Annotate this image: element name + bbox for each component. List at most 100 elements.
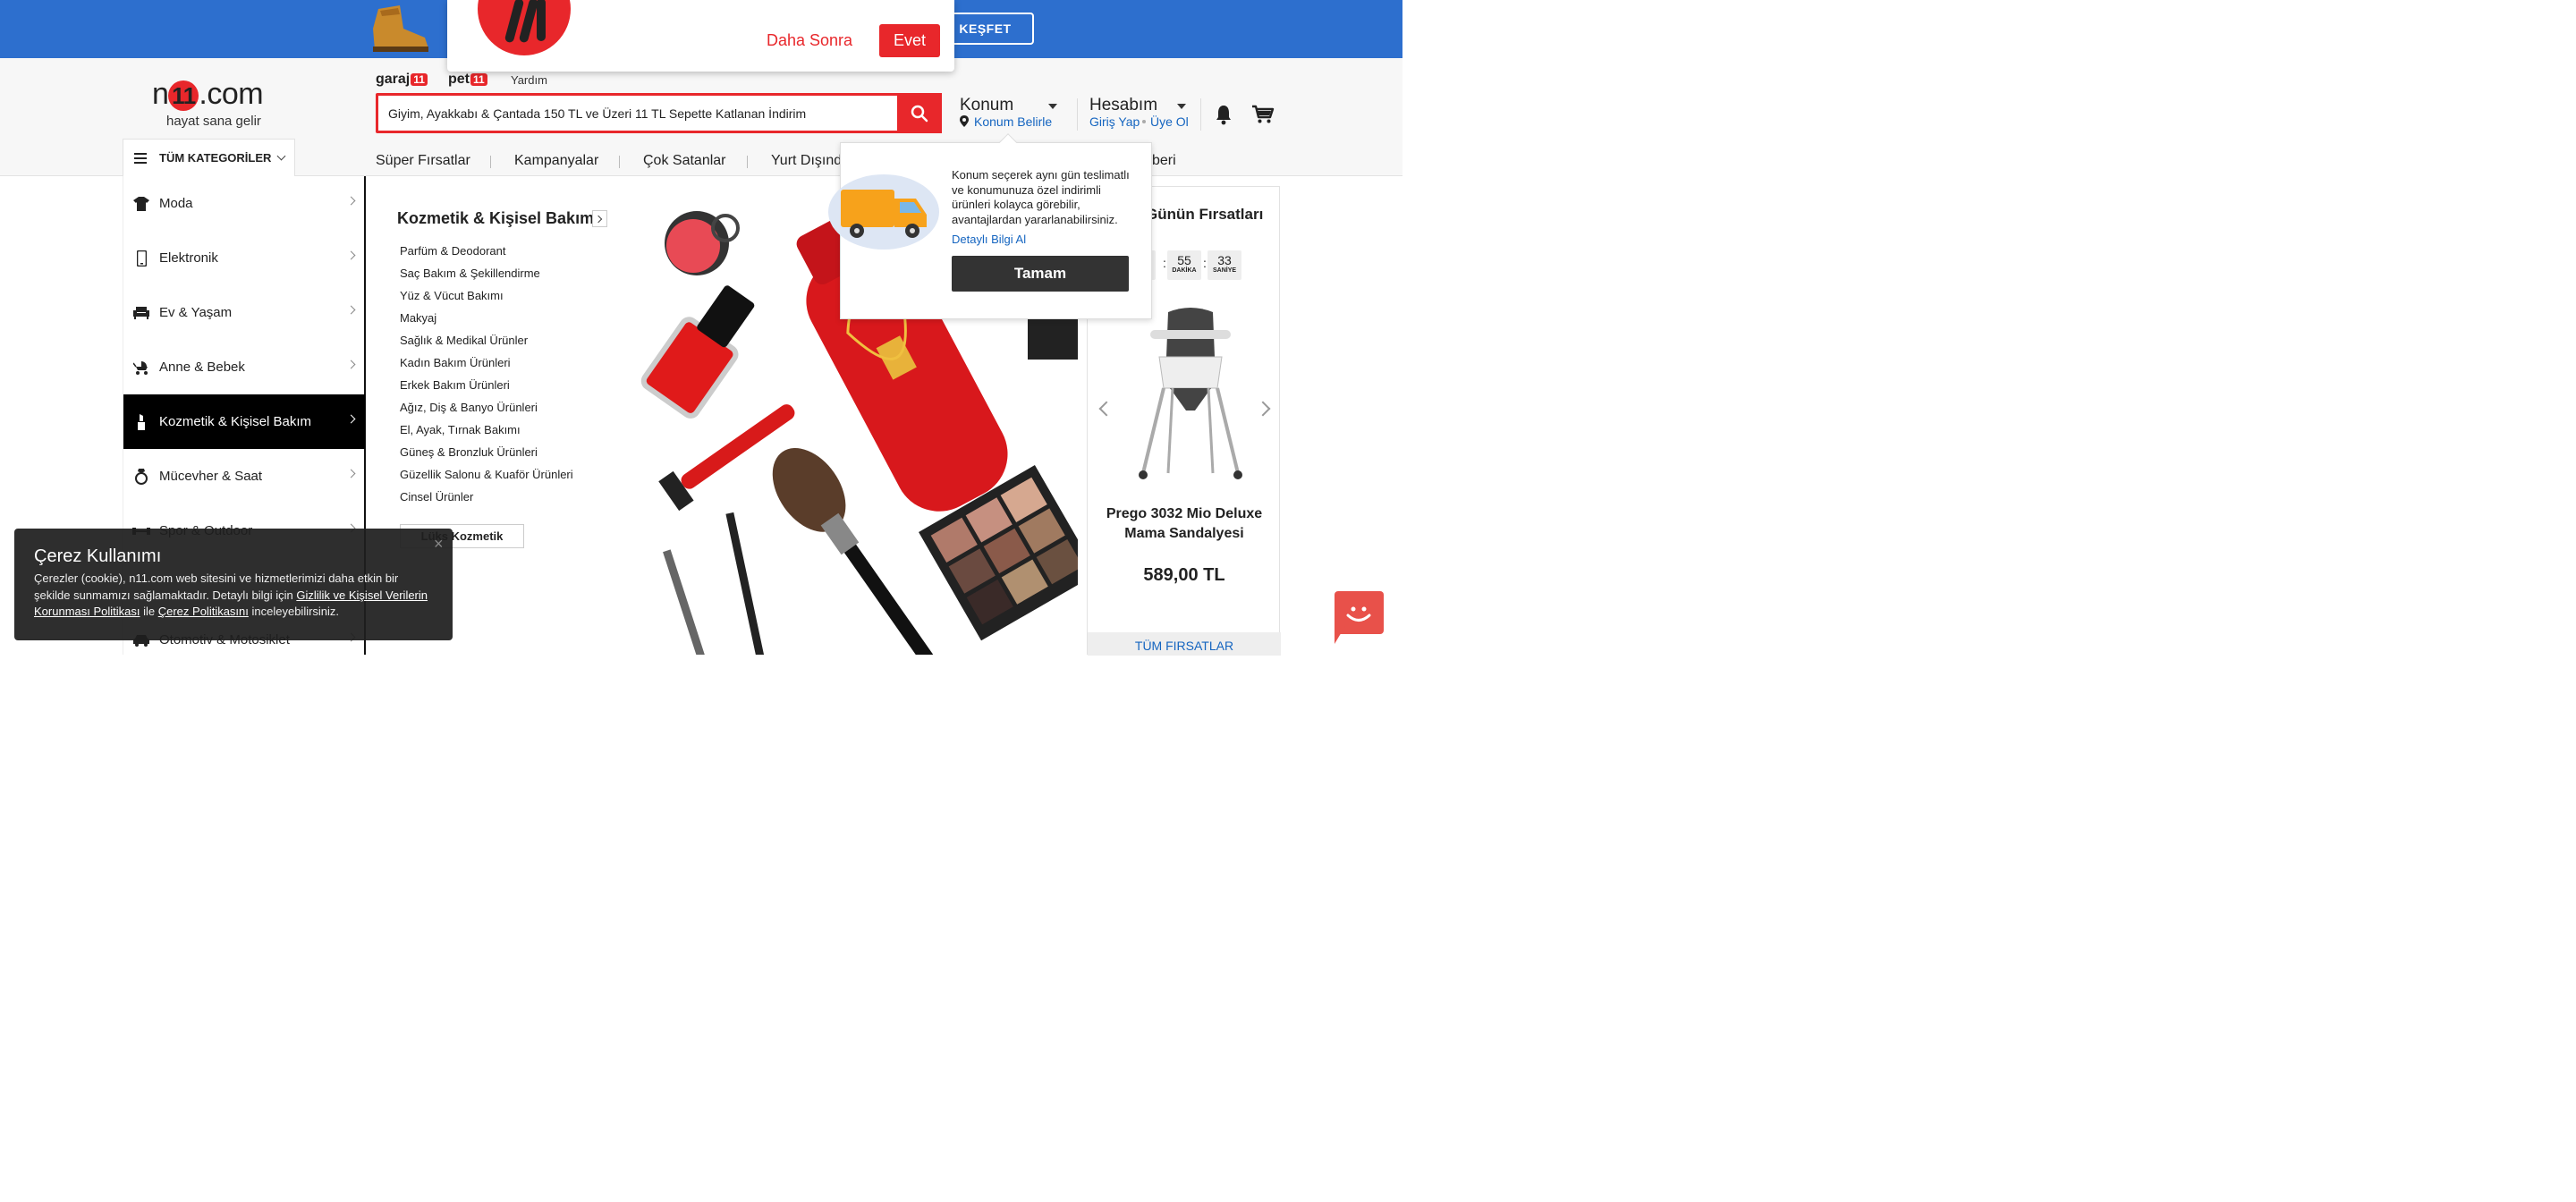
sidebar-item-label: Mücevher & Saat — [159, 469, 263, 484]
sidebar-item-mucevher-saat[interactable]: Mücevher & Saat — [123, 449, 365, 504]
dot-separator — [1142, 120, 1146, 123]
cookie-title: Çerez Kullanımı — [34, 546, 162, 566]
nav-super-deals[interactable]: Süper Fırsatlar — [376, 153, 470, 169]
all-deals-link[interactable]: TÜM FIRSATLAR — [1088, 632, 1281, 656]
boot-image — [373, 5, 428, 52]
help-link[interactable]: Yardım — [511, 73, 547, 87]
subcategory-link[interactable]: Makyaj — [400, 311, 573, 334]
logo[interactable]: n 11 .com — [152, 77, 264, 112]
subcategory-link[interactable]: Yüz & Vücut Bakımı — [400, 289, 573, 311]
cookie-text: Çerezler (cookie), n11.com web sitesini … — [34, 571, 436, 621]
logo-ladybug: 11 — [168, 80, 199, 111]
deal-product-price: 589,00 TL — [1143, 565, 1225, 585]
close-icon[interactable]: × — [434, 535, 444, 554]
nav-campaigns[interactable]: Kampanyalar — [514, 153, 598, 169]
stroller-icon — [132, 359, 150, 377]
timer-colon: : — [1163, 256, 1166, 270]
subcategory-link[interactable]: Erkek Bakım Ürünleri — [400, 378, 573, 401]
location-title[interactable]: Konum — [960, 96, 1013, 115]
n11-logo-icon — [478, 0, 571, 55]
garaj-badge: 11 — [411, 73, 428, 86]
search-input[interactable] — [378, 96, 897, 131]
logo-text-com: .com — [199, 77, 264, 111]
subcategory-link[interactable]: El, Ayak, Tırnak Bakımı — [400, 423, 573, 445]
subcategory-link[interactable]: Kadın Bakım Ürünleri — [400, 356, 573, 378]
location-info-popup: Konum seçerek aynı gün teslimatlı ve kon… — [828, 133, 1152, 319]
logo-text-n: n — [152, 77, 169, 111]
phone-icon — [132, 250, 150, 267]
nav-separator — [619, 156, 620, 168]
sidebar-item-ev-yasam[interactable]: Ev & Yaşam — [123, 285, 365, 340]
timer-seconds-unit: SANİYE — [1212, 267, 1237, 274]
sidebar-item-kozmetik[interactable]: Kozmetik & Kişisel Bakım — [123, 394, 365, 449]
cookie-policy-link[interactable]: Çerez Politikasını — [158, 605, 249, 618]
garaj-text: garaj — [376, 72, 411, 87]
chevron-down-icon — [276, 151, 286, 161]
all-categories-label: TÜM KATEGORİLER — [159, 151, 272, 165]
login-link[interactable]: Giriş Yap — [1089, 114, 1140, 129]
sidebar-item-label: Ev & Yaşam — [159, 305, 233, 320]
later-button[interactable]: Daha Sonra — [767, 31, 852, 50]
sidebar-item-label: Anne & Bebek — [159, 360, 245, 375]
timer-minutes: 55 DAKİKA — [1167, 250, 1201, 280]
ring-icon — [132, 468, 150, 486]
search-icon — [911, 105, 928, 122]
account-title[interactable]: Hesabım — [1089, 96, 1157, 115]
sofa-icon — [132, 304, 150, 322]
chatbot-tail — [1335, 626, 1345, 644]
sidebar-item-label: Elektronik — [159, 250, 218, 266]
sidebar-item-elektronik[interactable]: Elektronik — [123, 231, 365, 285]
sidebar-item-label: Kozmetik & Kişisel Bakım — [159, 414, 312, 429]
subcategory-link[interactable]: Güzellik Salonu & Kuaför Ürünleri — [400, 468, 573, 490]
timer-seconds: 33 SANİYE — [1208, 250, 1241, 280]
nav-partial-item[interactable]: beri — [1152, 153, 1176, 169]
mega-menu-title[interactable]: Kozmetik & Kişisel Bakım — [397, 209, 594, 228]
pet11-link[interactable]: pet 11 — [448, 72, 487, 88]
header-divider — [1200, 98, 1201, 131]
sidebar-item-label: Moda — [159, 196, 193, 211]
subcategory-link[interactable]: Güneş & Bronzluk Ürünleri — [400, 445, 573, 468]
garaj11-link[interactable]: garaj 11 — [376, 72, 428, 88]
subcategory-link[interactable]: Sağlık & Medikal Ürünler — [400, 334, 573, 356]
register-link[interactable]: Üye Ol — [1150, 114, 1189, 129]
search-button[interactable] — [897, 93, 942, 133]
account-dropdown-icon[interactable] — [1177, 104, 1186, 109]
cart-icon[interactable] — [1251, 105, 1275, 124]
location-info-text: Konum seçerek aynı gün teslimatlı ve kon… — [952, 168, 1130, 226]
chevron-right-icon — [346, 414, 356, 424]
prev-arrow-icon[interactable] — [1098, 401, 1114, 417]
deal-product-name[interactable]: Prego 3032 Mio Deluxe Mama Sandalyesi — [1100, 504, 1268, 544]
subcategory-link[interactable]: Saç Bakım & Şekillendirme — [400, 267, 573, 289]
bell-icon[interactable] — [1215, 104, 1233, 125]
more-info-link[interactable]: Detaylı Bilgi Al — [952, 233, 1026, 246]
location-dropdown-icon[interactable] — [1048, 104, 1057, 109]
notification-permission-popup: Daha Sonra Evet — [447, 0, 954, 72]
chevron-right-icon — [346, 196, 356, 206]
subcategory-link[interactable]: Ağız, Diş & Banyo Ürünleri — [400, 401, 573, 423]
cookie-banner: Çerez Kullanımı × Çerezler (cookie), n11… — [14, 529, 453, 640]
logo-slogan: hayat sana gelir — [166, 114, 261, 129]
next-arrow-icon[interactable] — [1255, 401, 1271, 417]
high-chair-image[interactable] — [1132, 303, 1249, 482]
cookie-text-part: inceleyebilirsiniz. — [248, 605, 340, 618]
delivery-truck-icon — [828, 174, 939, 250]
all-categories-button[interactable]: TÜM KATEGORİLER — [123, 139, 295, 176]
ok-button[interactable]: Tamam — [952, 256, 1129, 292]
lipstick-icon — [132, 413, 150, 431]
sidebar-item-anne-bebek[interactable]: Anne & Bebek — [123, 340, 365, 394]
chevron-right-icon[interactable] — [592, 210, 607, 227]
tshirt-icon — [132, 195, 150, 213]
location-set-link[interactable]: Konum Belirle — [974, 114, 1052, 129]
cookie-text-part: ile — [140, 605, 158, 618]
subcategory-link[interactable]: Cinsel Ürünler — [400, 490, 573, 512]
allow-button[interactable]: Evet — [879, 24, 940, 57]
nav-separator — [490, 156, 491, 168]
search-bar — [376, 93, 942, 133]
nav-best-sellers[interactable]: Çok Satanlar — [643, 153, 726, 169]
chevron-right-icon — [346, 305, 356, 315]
pet-badge: 11 — [470, 73, 487, 86]
pet-text: pet — [448, 72, 470, 87]
subcategory-link[interactable]: Parfüm & Deodorant — [400, 244, 573, 267]
timer-seconds-value: 33 — [1217, 253, 1232, 267]
sidebar-item-moda[interactable]: Moda — [123, 176, 365, 231]
